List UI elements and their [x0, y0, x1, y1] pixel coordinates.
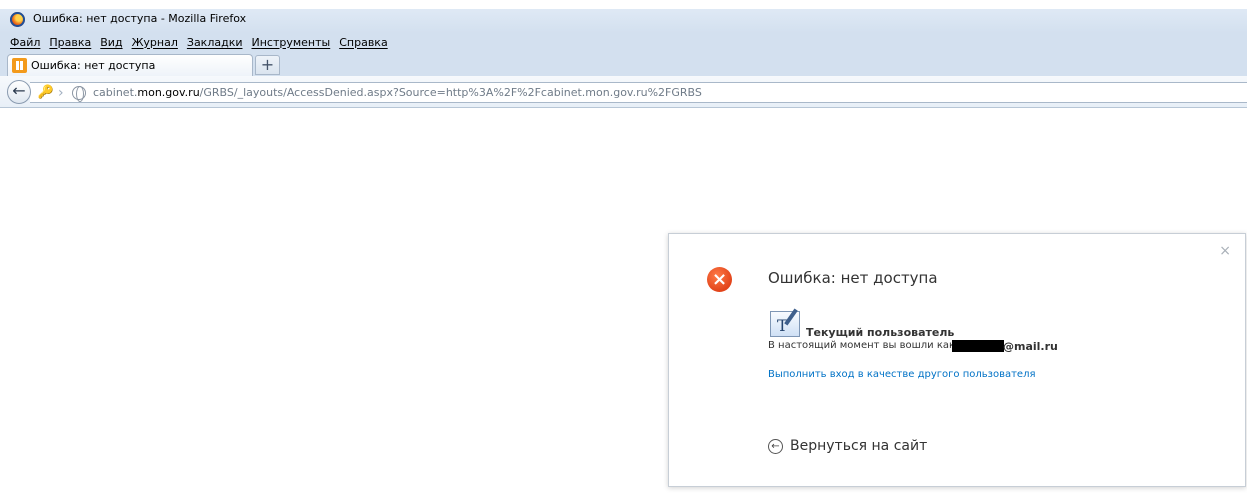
back-circle-icon[interactable]: ←: [768, 439, 783, 454]
menu-help[interactable]: Справка: [339, 36, 387, 49]
navigation-toolbar: 🔑 › cabinet.mon.gov.ru/GRBS/_layouts/Acc…: [0, 76, 1247, 108]
menu-file[interactable]: Файл: [10, 36, 40, 49]
firefox-logo-icon[interactable]: [10, 12, 25, 27]
forward-separator: ›: [58, 85, 64, 101]
menu-view[interactable]: Вид: [100, 36, 122, 49]
tab-strip: Ошибка: нет доступа +: [0, 51, 1247, 76]
url-path: /GRBS/_layouts/AccessDenied.aspx?Source=…: [199, 86, 702, 99]
menu-bookmarks[interactable]: Закладки: [187, 36, 243, 49]
email-domain: @mail.ru: [1003, 340, 1058, 353]
sharepoint-favicon-icon: [12, 58, 27, 73]
error-circle-icon: ×: [707, 267, 732, 292]
url-text[interactable]: cabinet.mon.gov.ru/GRBS/_layouts/AccessD…: [93, 86, 702, 99]
globe-icon: [72, 86, 86, 102]
window-title: Ошибка: нет доступа - Mozilla Firefox: [33, 12, 247, 25]
url-prefix: cabinet.: [93, 86, 138, 99]
sign-in-as-other-user-link[interactable]: Выполнить вход в качестве другого пользо…: [768, 369, 1036, 380]
tab-access-denied[interactable]: Ошибка: нет доступа: [7, 54, 253, 76]
url-host: mon.gov.ru: [137, 86, 200, 99]
access-denied-dialog: × × Ошибка: нет доступа Текущий пользова…: [668, 233, 1246, 487]
menu-history[interactable]: Журнал: [132, 36, 178, 49]
dialog-title: Ошибка: нет доступа: [768, 269, 938, 287]
tab-label: Ошибка: нет доступа: [31, 59, 156, 72]
logged-in-as-text: В настоящий момент вы вошли как:: [768, 340, 959, 351]
menu-tools[interactable]: Инструменты: [252, 36, 331, 49]
key-icon[interactable]: 🔑: [37, 84, 55, 102]
menu-edit[interactable]: Правка: [49, 36, 91, 49]
new-tab-button[interactable]: +: [255, 55, 280, 75]
redacted-username: [952, 340, 1004, 352]
menu-bar: Файл Правка Вид Журнал Закладки Инструме…: [0, 33, 1247, 51]
current-user-label: Текущий пользователь: [806, 326, 955, 339]
back-arrow-icon[interactable]: ←: [7, 80, 31, 104]
close-icon[interactable]: ×: [1219, 243, 1231, 259]
url-bar[interactable]: 🔑 › cabinet.mon.gov.ru/GRBS/_layouts/Acc…: [30, 82, 1247, 103]
return-to-site-link[interactable]: Вернуться на сайт: [790, 438, 927, 454]
user-card-icon: [770, 311, 800, 337]
